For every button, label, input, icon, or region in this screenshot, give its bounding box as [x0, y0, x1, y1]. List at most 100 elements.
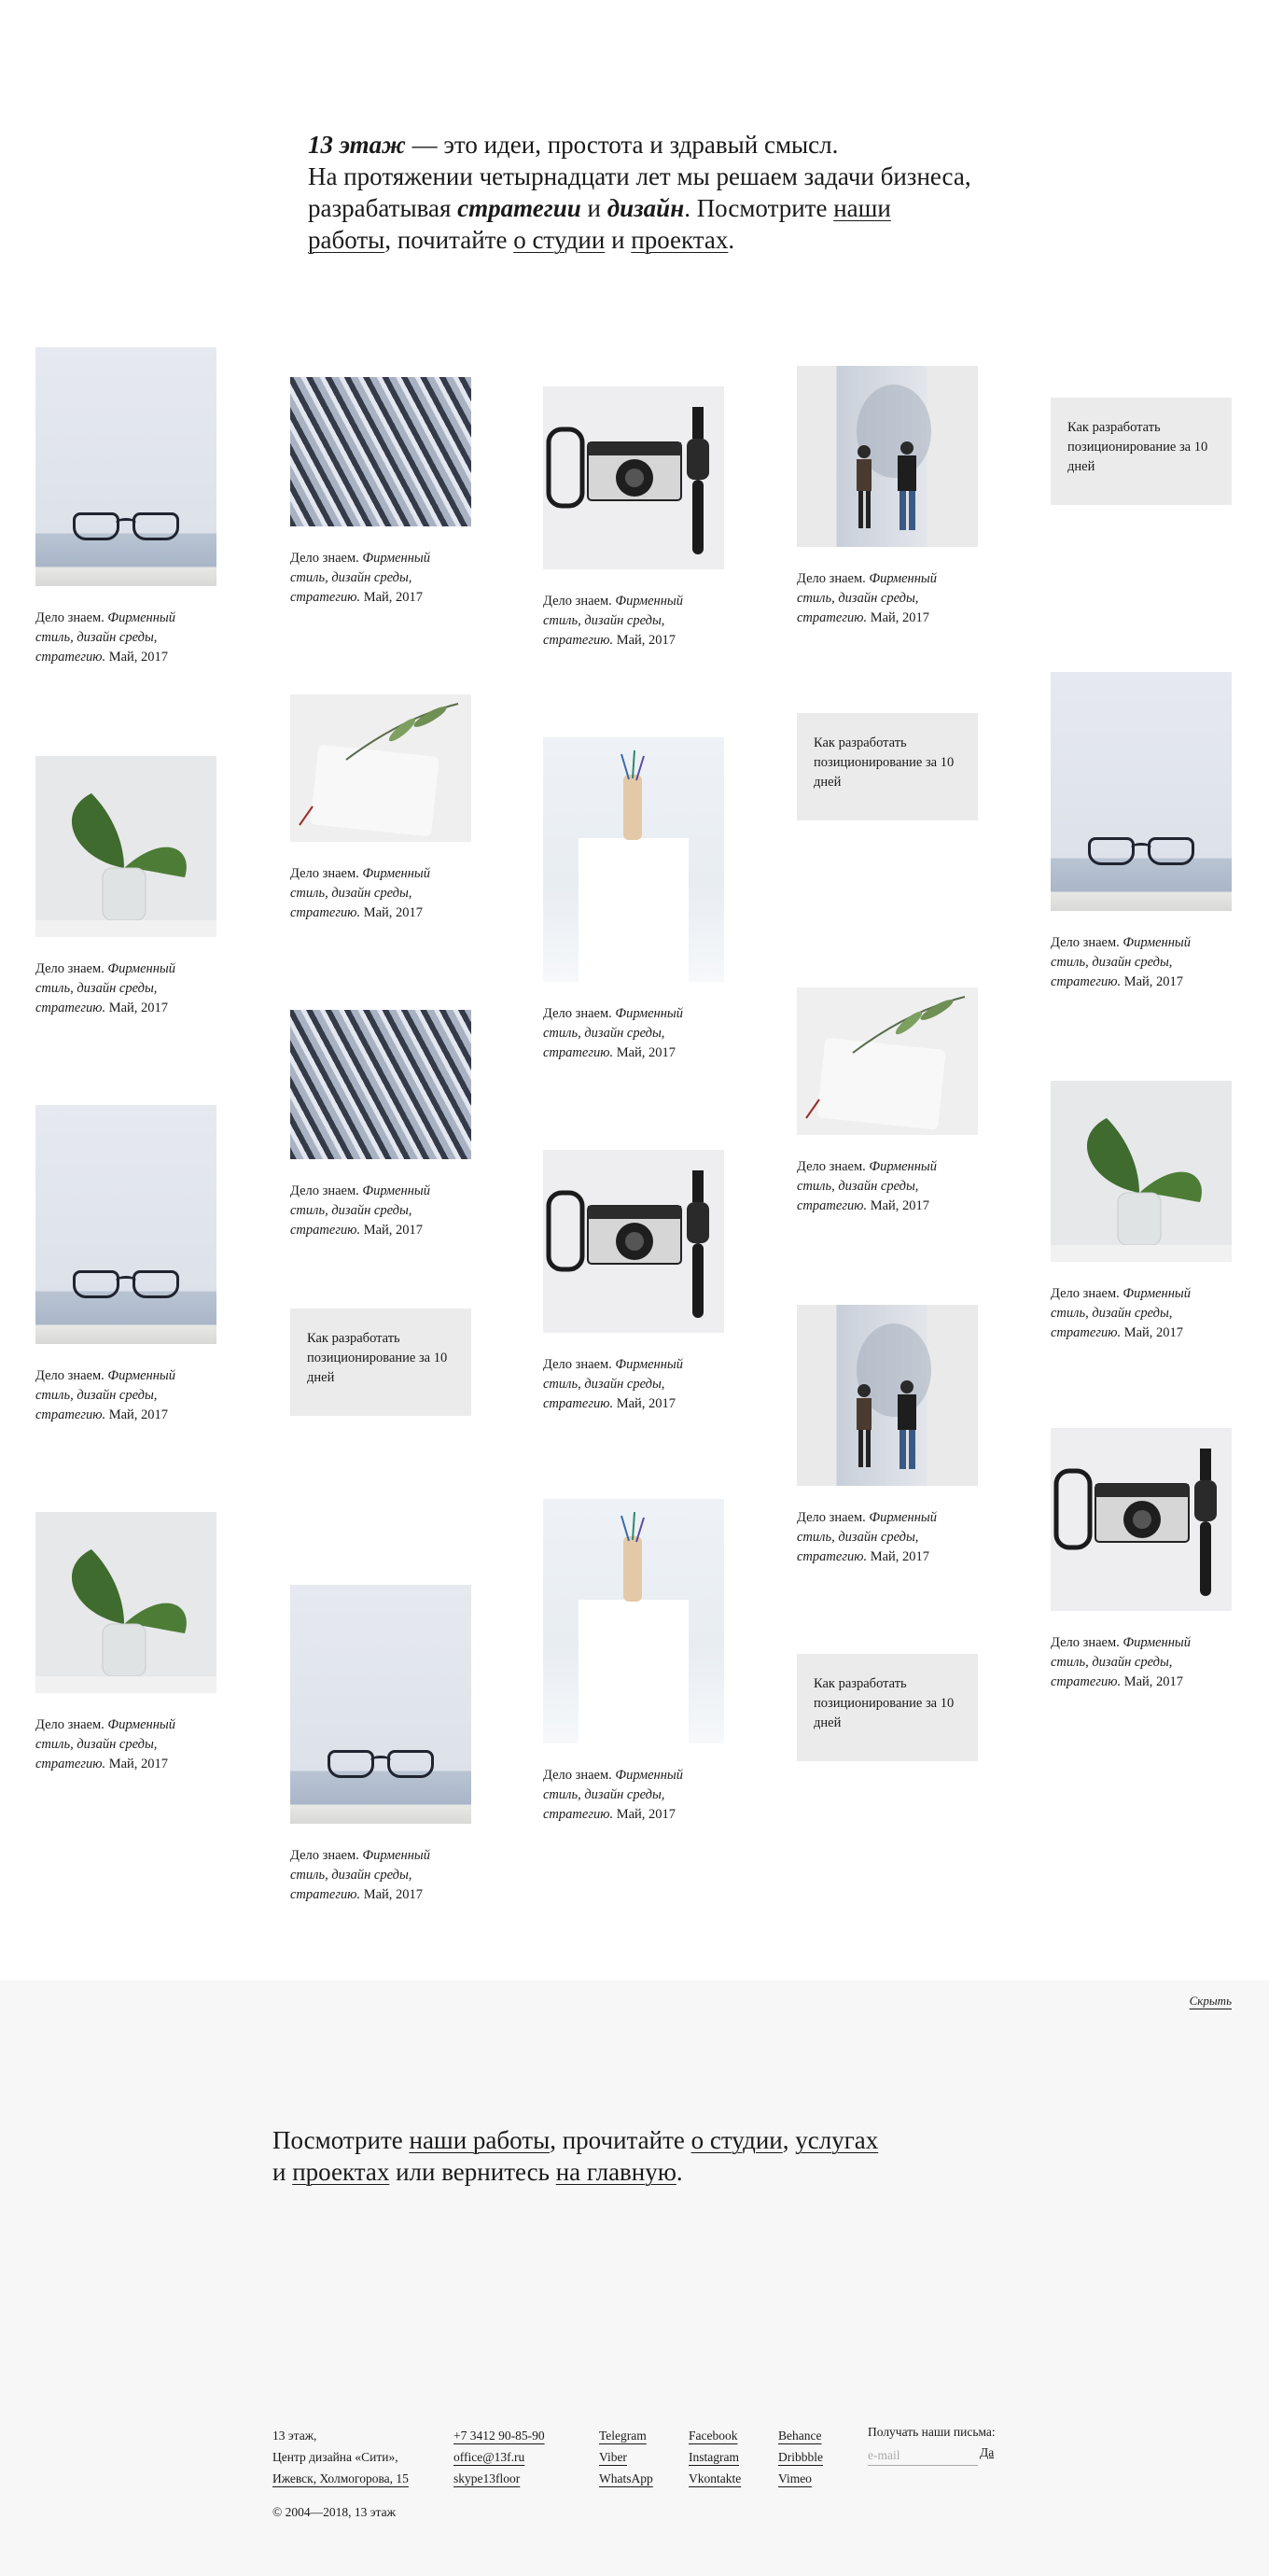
- glasses-image: [290, 1585, 471, 1824]
- project-card[interactable]: Дело знаем. Фирменный стиль, дизайн сред…: [543, 737, 724, 1063]
- viber-link[interactable]: Viber: [599, 2446, 653, 2468]
- project-card[interactable]: Дело знаем. Фирменный стиль, дизайн сред…: [1051, 1428, 1232, 1692]
- project-card[interactable]: Дело знаем. Фирменный стиль, дизайн сред…: [290, 377, 471, 608]
- telegram-link[interactable]: Telegram: [599, 2425, 653, 2446]
- project-caption: Дело знаем. Фирменный стиль, дизайн сред…: [543, 1357, 683, 1411]
- footer-contacts: +7 3412 90-85-90 office@13f.ru skype13fl…: [453, 2425, 545, 2489]
- email-link[interactable]: office@13f.ru: [453, 2446, 545, 2468]
- subscribe-label: Получать наши письма:: [868, 2425, 996, 2439]
- visitors-icon: [857, 385, 931, 530]
- gallery-image: [797, 1305, 978, 1486]
- project-caption: Дело знаем. Фирменный стиль, дизайн сред…: [1051, 1635, 1191, 1689]
- project-caption: Дело знаем. Фирменный стиль, дизайн сред…: [35, 1368, 175, 1422]
- project-caption: Дело знаем. Фирменный стиль, дизайн сред…: [797, 571, 937, 625]
- project-caption: Дело знаем. Фирменный стиль, дизайн сред…: [543, 1768, 683, 1822]
- footer-nav-text: Посмотрите наши работы, прочитайте о сту…: [272, 2126, 879, 2186]
- pencil-cup-image: [543, 737, 724, 982]
- project-caption: Дело знаем. Фирменный стиль, дизайн сред…: [797, 1159, 937, 1213]
- skype-link[interactable]: skype13floor: [453, 2468, 545, 2489]
- pencil-cup-image: [543, 1499, 724, 1743]
- promo-card[interactable]: Как разработать позиционирование за 10 д…: [290, 1309, 471, 1416]
- footer-link-works[interactable]: наши работы: [410, 2126, 551, 2154]
- copyright: © 2004—2018, 13 этаж: [272, 2505, 396, 2519]
- footer-link-home[interactable]: на главную: [556, 2158, 676, 2186]
- architecture-image: [290, 377, 471, 526]
- project-caption: Дело знаем. Фирменный стиль, дизайн сред…: [290, 866, 430, 920]
- project-card[interactable]: Дело знаем. Фирменный стиль, дизайн сред…: [35, 756, 216, 1018]
- footer-social-1: Facebook Instagram Vkontakte: [689, 2425, 741, 2489]
- instagram-link[interactable]: Instagram: [689, 2446, 741, 2468]
- project-caption: Дело знаем. Фирменный стиль, дизайн сред…: [290, 1848, 430, 1902]
- dribbble-link[interactable]: Dribbble: [778, 2446, 823, 2468]
- project-caption: Дело знаем. Фирменный стиль, дизайн сред…: [290, 551, 430, 605]
- footer-link-services[interactable]: услугах: [795, 2126, 878, 2154]
- project-card[interactable]: Дело знаем. Фирменный стиль, дизайн сред…: [290, 1010, 471, 1240]
- whatsapp-link[interactable]: WhatsApp: [599, 2468, 653, 2489]
- footer-link-projects[interactable]: проектах: [292, 2158, 389, 2186]
- architecture-image: [290, 1010, 471, 1159]
- footer-social-2: Behance Dribbble Vimeo: [778, 2425, 823, 2489]
- project-card[interactable]: Дело знаем. Фирменный стиль, дизайн сред…: [543, 386, 724, 651]
- branch-icon: [805, 996, 966, 1130]
- project-card[interactable]: Дело знаем. Фирменный стиль, дизайн сред…: [797, 987, 978, 1216]
- branch-image: [797, 987, 978, 1135]
- promo-text: Как разработать позиционирование за 10 д…: [797, 1654, 978, 1761]
- project-caption: Дело знаем. Фирменный стиль, дизайн сред…: [1051, 935, 1191, 989]
- branch-icon: [299, 703, 459, 837]
- glasses-image: [35, 347, 216, 586]
- phone-link[interactable]: +7 3412 90-85-90: [453, 2425, 545, 2446]
- address-link[interactable]: Ижевск, Холмогорова, 15: [272, 2468, 409, 2489]
- pencils-icon: [579, 1511, 689, 1743]
- glasses-image: [1051, 672, 1232, 911]
- email-input[interactable]: [868, 2445, 978, 2466]
- project-card[interactable]: Дело знаем. Фирменный стиль, дизайн сред…: [290, 694, 471, 923]
- promo-card[interactable]: Как разработать позиционирование за 10 д…: [797, 713, 978, 820]
- project-card[interactable]: Дело знаем. Фирменный стиль, дизайн сред…: [1051, 672, 1232, 992]
- project-card[interactable]: Дело знаем. Фирменный стиль, дизайн сред…: [35, 1105, 216, 1425]
- promo-card[interactable]: Как разработать позиционирование за 10 д…: [797, 1654, 978, 1761]
- camera-icon: [546, 1170, 709, 1318]
- camera-icon: [1053, 1449, 1217, 1596]
- promo-text: Как разработать позиционирование за 10 д…: [1051, 398, 1232, 505]
- link-studio[interactable]: о студии: [513, 226, 605, 254]
- camera-image: [1051, 1428, 1232, 1611]
- project-caption: Дело знаем. Фирменный стиль, дизайн сред…: [1051, 1286, 1191, 1340]
- brand-name: 13 этаж: [308, 131, 406, 159]
- intro-text: 13 этаж — это идеи, простота и здравый с…: [308, 131, 971, 254]
- gallery-image: [797, 366, 978, 547]
- subscribe-button[interactable]: Да: [980, 2445, 994, 2460]
- footer-messengers: Telegram Viber WhatsApp: [599, 2425, 653, 2489]
- footer: Скрыть Посмотрите наши работы, прочитайт…: [0, 1981, 1269, 2576]
- project-card[interactable]: Дело знаем. Фирменный стиль, дизайн сред…: [543, 1150, 724, 1414]
- footer-link-studio[interactable]: о студии: [691, 2126, 783, 2154]
- link-projects[interactable]: проектах: [631, 226, 728, 254]
- vkontakte-link[interactable]: Vkontakte: [689, 2468, 741, 2489]
- project-caption: Дело знаем. Фирменный стиль, дизайн сред…: [290, 1183, 430, 1238]
- project-caption: Дело знаем. Фирменный стиль, дизайн сред…: [797, 1510, 937, 1564]
- project-card[interactable]: Дело знаем. Фирменный стиль, дизайн сред…: [35, 1512, 216, 1774]
- hide-link[interactable]: Скрыть: [1190, 1994, 1232, 2009]
- project-card[interactable]: Дело знаем. Фирменный стиль, дизайн сред…: [1051, 1081, 1232, 1343]
- footer-address: 13 этаж, Центр дизайна «Сити», Ижевск, Х…: [272, 2425, 409, 2489]
- facebook-link[interactable]: Facebook: [689, 2425, 741, 2446]
- camera-icon: [546, 407, 709, 554]
- vimeo-link[interactable]: Vimeo: [778, 2468, 823, 2489]
- camera-image: [543, 1150, 724, 1333]
- project-card[interactable]: Дело знаем. Фирменный стиль, дизайн сред…: [35, 347, 216, 667]
- promo-card[interactable]: Как разработать позиционирование за 10 д…: [1051, 398, 1232, 505]
- branch-image: [290, 694, 471, 842]
- project-caption: Дело знаем. Фирменный стиль, дизайн сред…: [35, 1717, 175, 1771]
- promo-text: Как разработать позиционирование за 10 д…: [290, 1309, 471, 1416]
- project-card[interactable]: Дело знаем. Фирменный стиль, дизайн сред…: [797, 366, 978, 628]
- plant-image: [1051, 1081, 1232, 1262]
- plant-image: [35, 756, 216, 937]
- project-caption: Дело знаем. Фирменный стиль, дизайн сред…: [543, 594, 683, 648]
- project-card[interactable]: Дело знаем. Фирменный стиль, дизайн сред…: [290, 1585, 471, 1905]
- project-card[interactable]: Дело знаем. Фирменный стиль, дизайн сред…: [543, 1499, 724, 1825]
- visitors-icon: [857, 1323, 931, 1469]
- project-card[interactable]: Дело знаем. Фирменный стиль, дизайн сред…: [797, 1305, 978, 1567]
- behance-link[interactable]: Behance: [778, 2425, 823, 2446]
- glasses-image: [35, 1105, 216, 1344]
- promo-text: Как разработать позиционирование за 10 д…: [797, 713, 978, 820]
- leaf-icon: [35, 1549, 216, 1693]
